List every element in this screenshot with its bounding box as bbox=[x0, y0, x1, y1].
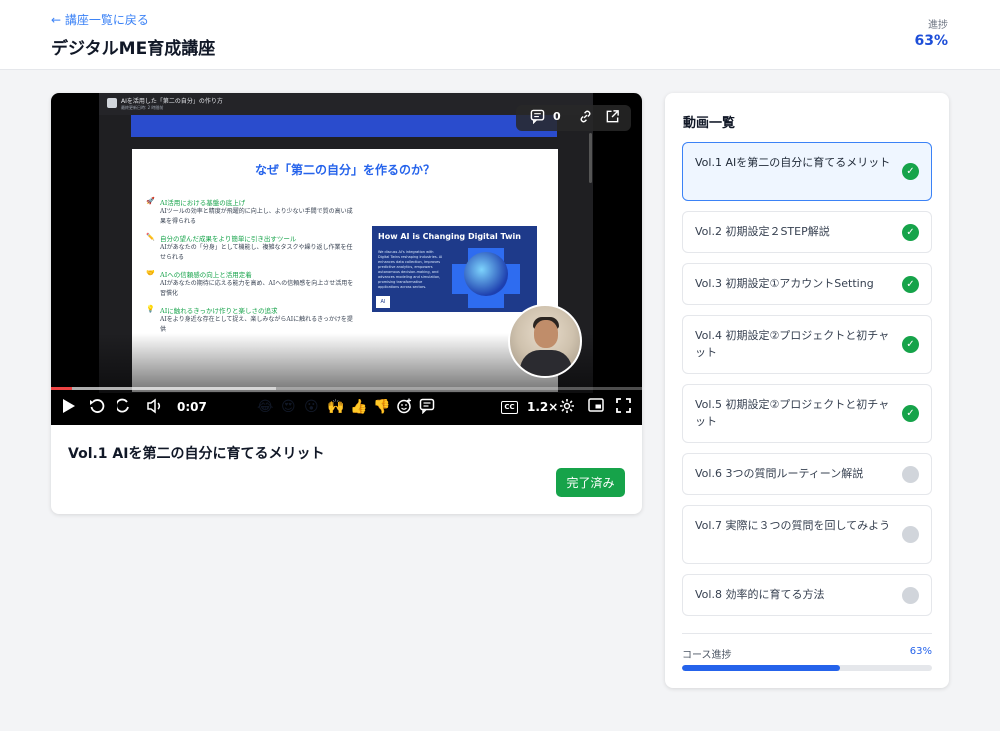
back-to-courses-link[interactable]: ← 講座一覧に戻る bbox=[51, 11, 149, 28]
progress-label: 進捗 bbox=[928, 20, 948, 31]
presenter-face bbox=[534, 320, 558, 348]
playback-time: 0:07 bbox=[177, 400, 207, 414]
lightbulb-icon: 💡 bbox=[146, 305, 155, 313]
bullet-text: AIツールの効率と精度が飛躍的に向上し、より少ない手間で質の高い成果を得られる bbox=[160, 208, 353, 225]
app-icon bbox=[107, 98, 117, 108]
heart-eyes-emoji-icon[interactable]: 😍 bbox=[281, 397, 296, 417]
comment-count: 0 bbox=[553, 110, 561, 123]
comment-add-icon[interactable] bbox=[419, 398, 435, 420]
lesson-item-vol6[interactable]: Vol.6 3つの質問ルーティーン解説 bbox=[682, 453, 932, 495]
lesson-item-vol4[interactable]: Vol.4 初期設定②プロジェクトと初チャット ✓ bbox=[682, 315, 932, 374]
thumbnail-title: How AI is Changing Digital Twin bbox=[378, 232, 521, 241]
course-progress-bar bbox=[682, 665, 932, 671]
comment-icon[interactable] bbox=[530, 109, 545, 127]
thumbs-down-emoji-icon[interactable]: 👎 bbox=[373, 397, 390, 417]
pending-status-icon bbox=[902, 587, 919, 604]
divider bbox=[682, 633, 932, 634]
lesson-item-vol3[interactable]: Vol.3 初期設定①アカウントSetting ✓ bbox=[682, 263, 932, 305]
lesson-list-title: 動画一覧 bbox=[683, 116, 736, 131]
raised-hands-emoji-icon[interactable]: 🙌 bbox=[327, 397, 344, 417]
lesson-label: Vol.3 初期設定①アカウントSetting bbox=[695, 277, 874, 290]
lesson-item-vol2[interactable]: Vol.2 初期設定２STEP解説 ✓ bbox=[682, 211, 932, 253]
fullscreen-icon[interactable] bbox=[616, 398, 631, 419]
play-icon[interactable] bbox=[61, 398, 76, 420]
pencil-icon: ✏️ bbox=[146, 233, 155, 241]
settings-gear-icon[interactable] bbox=[559, 398, 575, 420]
forward-icon[interactable] bbox=[115, 398, 129, 420]
check-icon: ✓ bbox=[902, 336, 919, 353]
bullet-title: AI活用における基盤の底上げ bbox=[160, 199, 246, 207]
lesson-label: Vol.1 AIを第二の自分に育てるメリット bbox=[695, 156, 891, 169]
screen-window-sub: 最終更新日時: 2 時間前 bbox=[121, 105, 164, 110]
seek-buffered bbox=[51, 387, 276, 390]
slide-title: なぜ「第二の自分」を作るのか？ bbox=[254, 163, 435, 177]
volume-icon[interactable] bbox=[146, 398, 164, 420]
progress-value: 63% bbox=[914, 33, 948, 49]
pending-status-icon bbox=[902, 466, 919, 483]
pending-status-icon bbox=[902, 526, 919, 543]
check-icon: ✓ bbox=[902, 224, 919, 241]
lesson-label: Vol.6 3つの質問ルーティーン解説 bbox=[695, 467, 864, 480]
playback-speed[interactable]: 1.2× bbox=[527, 400, 558, 414]
seek-progress[interactable] bbox=[51, 387, 72, 390]
add-reaction-icon[interactable] bbox=[396, 398, 412, 420]
handshake-icon: 🤝 bbox=[146, 269, 155, 277]
bullet-text: AIがあなたの期待に応える能力を高め、AIへの信頼感を向上させ活用を習慣化 bbox=[160, 280, 354, 297]
globe-image bbox=[464, 252, 508, 296]
lesson-item-vol5[interactable]: Vol.5 初期設定②プロジェクトと初チャット ✓ bbox=[682, 384, 932, 443]
lesson-item-vol8[interactable]: Vol.8 効率的に育てる方法 bbox=[682, 574, 932, 616]
rewind-icon[interactable] bbox=[89, 398, 105, 420]
check-icon: ✓ bbox=[902, 276, 919, 293]
slide-header-strip bbox=[131, 115, 557, 137]
bullet-text: AIがあなたの「分身」として機能し、複雑なタスクや繰り返し作業を任せられる bbox=[160, 244, 353, 261]
course-progress-fill bbox=[682, 665, 840, 671]
bullet-text: AIをより身近な存在として捉え、楽しみながらAIに触れるきっかけを提供 bbox=[160, 316, 353, 333]
video-card: AIを活用した「第二の自分」の作り方 最終更新日時: 2 時間前 なぜ「第二の自… bbox=[51, 93, 642, 514]
screen-window-title: AIを活用した「第二の自分」の作り方 bbox=[121, 98, 223, 105]
screen-scrollbar bbox=[589, 133, 592, 183]
lesson-list-panel: 動画一覧 Vol.1 AIを第二の自分に育てるメリット ✓ Vol.2 初期設定… bbox=[665, 93, 949, 688]
lesson-item-vol7[interactable]: Vol.7 実際に３つの質問を回してみよう bbox=[682, 505, 932, 564]
bullet-title: AIへの信頼感の向上と活用定着 bbox=[160, 271, 252, 279]
laugh-emoji-icon[interactable]: 😂 bbox=[257, 397, 273, 417]
page-header: ← 講座一覧に戻る デジタルME育成講座 進捗 63% bbox=[0, 0, 1000, 70]
thumbs-up-emoji-icon[interactable]: 👍 bbox=[350, 397, 367, 417]
lesson-label: Vol.4 初期設定②プロジェクトと初チャット bbox=[695, 329, 890, 359]
check-icon: ✓ bbox=[902, 163, 919, 180]
video-top-actions: 0 bbox=[516, 105, 631, 131]
lesson-label: Vol.7 実際に３つの質問を回してみよう bbox=[695, 519, 891, 532]
completed-button[interactable]: 完了済み bbox=[556, 468, 625, 497]
lesson-title: Vol.1 AIを第二の自分に育てるメリット bbox=[68, 446, 325, 462]
lesson-label: Vol.8 効率的に育てる方法 bbox=[695, 588, 825, 601]
presenter-webcam bbox=[508, 304, 582, 378]
check-icon: ✓ bbox=[902, 405, 919, 422]
presenter-body bbox=[520, 350, 572, 376]
captions-icon[interactable]: CC bbox=[501, 401, 518, 414]
course-progress-value: 63% bbox=[909, 646, 932, 657]
lesson-label: Vol.2 初期設定２STEP解説 bbox=[695, 225, 830, 238]
thumbnail-logo: AI bbox=[376, 296, 390, 308]
thumbnail-text: We discuss AI's integration with Digital… bbox=[378, 250, 443, 289]
external-link-icon[interactable] bbox=[605, 109, 620, 127]
surprised-emoji-icon[interactable]: 😮 bbox=[304, 397, 319, 417]
bullet-title: 自分の望んだ成果をより簡単に引き出すツール bbox=[160, 235, 297, 243]
lesson-label: Vol.5 初期設定②プロジェクトと初チャット bbox=[695, 398, 890, 428]
lesson-item-vol1[interactable]: Vol.1 AIを第二の自分に育てるメリット ✓ bbox=[682, 142, 932, 201]
video-player[interactable]: AIを活用した「第二の自分」の作り方 最終更新日時: 2 時間前 なぜ「第二の自… bbox=[51, 93, 642, 425]
rocket-icon: 🚀 bbox=[146, 197, 155, 205]
bullet-title: AIに触れるきっかけ作りと楽しさの追求 bbox=[160, 307, 278, 315]
slide-thumbnail: How AI is Changing Digital Twin We discu… bbox=[372, 226, 537, 312]
page-title: デジタルME育成講座 bbox=[51, 39, 216, 59]
miniplayer-icon[interactable] bbox=[588, 398, 604, 418]
course-progress-label: コース進捗 bbox=[682, 650, 732, 661]
link-icon[interactable] bbox=[578, 109, 593, 127]
